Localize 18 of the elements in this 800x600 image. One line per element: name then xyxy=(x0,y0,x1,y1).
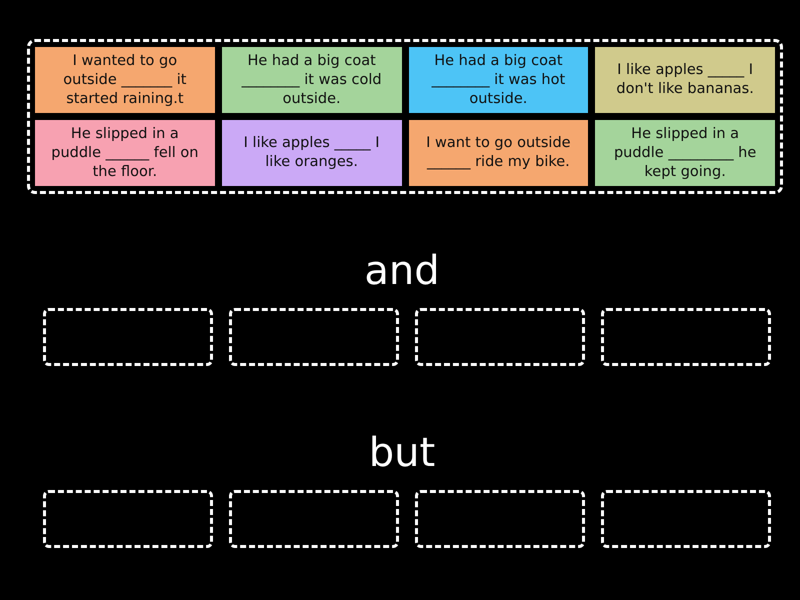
drop-slot[interactable] xyxy=(415,308,585,366)
sentence-card[interactable]: He had a big coat ________ it was hot outside. xyxy=(408,47,588,113)
drop-slot[interactable] xyxy=(415,490,585,548)
sentence-card[interactable]: He slipped in a puddle _________ he kept going. xyxy=(595,120,775,186)
group-heading: and xyxy=(364,247,440,296)
drop-slot[interactable] xyxy=(229,308,399,366)
sentence-card[interactable]: He slipped in a puddle ______ fell on the floor. xyxy=(35,120,215,186)
sentence-card[interactable]: I like apples _____ I don't like bananas. xyxy=(595,47,775,113)
drop-slot[interactable] xyxy=(43,308,213,366)
sentence-card[interactable]: I want to go outside ______ ride my bike. xyxy=(408,120,588,186)
drop-slot[interactable] xyxy=(601,308,771,366)
sentence-card[interactable]: I like apples _____ I like oranges. xyxy=(222,120,402,186)
drop-slot[interactable] xyxy=(229,490,399,548)
drop-slot[interactable] xyxy=(601,490,771,548)
drop-slot[interactable] xyxy=(43,490,213,548)
sentence-card[interactable]: He had a big coat ________ it was cold outside. xyxy=(222,47,402,113)
group-heading: but xyxy=(368,429,436,478)
sentence-card[interactable]: I wanted to go outside _______ it started raining.t xyxy=(35,47,215,113)
